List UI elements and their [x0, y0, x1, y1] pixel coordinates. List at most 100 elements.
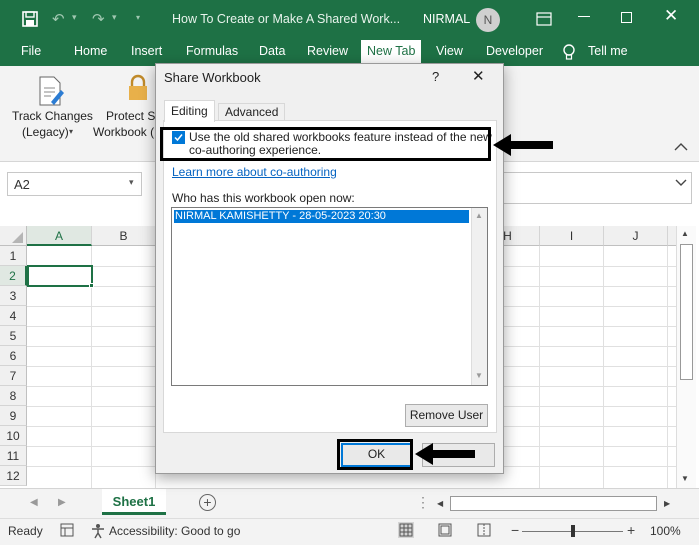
scroll-up-icon[interactable]: ▲	[475, 211, 483, 220]
accessibility-status[interactable]: Accessibility: Good to go	[109, 524, 240, 538]
tab-formulas[interactable]: Formulas	[186, 44, 238, 58]
scroll-down-icon[interactable]: ▼	[475, 371, 483, 380]
status-bar: Ready Accessibility: Good to go − + 100%	[0, 518, 699, 545]
column-header-i[interactable]: I	[540, 226, 604, 246]
tab-review[interactable]: Review	[307, 44, 348, 58]
minimize-icon[interactable]	[578, 16, 590, 17]
sheet-tabs-bar: ◀ ▶ Sheet1 + ⋮ ◀ ▶	[0, 488, 699, 518]
users-listbox[interactable]: NIRMAL KAMISHETTY - 28-05-2023 20:30 ▲ ▼	[171, 207, 488, 386]
scroll-down-icon[interactable]: ▼	[681, 474, 689, 483]
next-sheet-icon[interactable]: ▶	[58, 497, 66, 508]
zoom-level[interactable]: 100%	[650, 524, 681, 538]
horizontal-scroll-thumb[interactable]	[450, 496, 657, 511]
row-header[interactable]: 5	[0, 326, 27, 346]
maximize-icon[interactable]	[621, 12, 632, 23]
column-header-k[interactable]	[668, 226, 676, 246]
track-changes-icon[interactable]	[37, 76, 65, 106]
gridline	[667, 246, 668, 488]
undo-dropdown-icon[interactable]: ▾	[72, 12, 77, 23]
learn-more-link[interactable]: Learn more about co-authoring	[172, 165, 337, 179]
tab-splitter-icon[interactable]: ⋮	[416, 494, 430, 511]
window-title: How To Create or Make A Shared Work...	[172, 12, 401, 26]
row-header[interactable]: 1	[0, 246, 27, 266]
row-header[interactable]: 6	[0, 346, 27, 366]
close-dialog-icon[interactable]: ✕	[472, 67, 485, 85]
tab-data[interactable]: Data	[259, 44, 285, 58]
zoom-slider-thumb[interactable]	[571, 525, 575, 537]
chevron-down-icon[interactable]: ▾	[129, 177, 134, 188]
scroll-right-icon[interactable]: ▶	[664, 499, 670, 508]
track-changes-sublabel[interactable]: (Legacy)	[22, 125, 69, 139]
vertical-scrollbar[interactable]: ▲ ▼	[676, 226, 696, 488]
row-header[interactable]: 3	[0, 286, 27, 306]
gridline	[539, 246, 540, 488]
track-changes-label[interactable]: Track Changes	[12, 109, 93, 123]
active-cell-a2[interactable]	[27, 265, 93, 287]
chevron-down-icon[interactable]: ▾	[69, 127, 73, 136]
row-header[interactable]: 2	[0, 266, 27, 286]
tab-file[interactable]: File	[21, 44, 41, 58]
avatar[interactable]: N	[476, 8, 500, 32]
row-header[interactable]: 4	[0, 306, 27, 326]
name-box-value[interactable]: A2	[14, 177, 30, 192]
lightbulb-icon[interactable]	[562, 43, 576, 61]
scroll-thumb[interactable]	[680, 244, 693, 380]
arrow-icon	[415, 443, 477, 465]
normal-view-icon[interactable]	[398, 522, 414, 538]
macro-record-icon[interactable]	[60, 523, 74, 537]
row-header[interactable]: 12	[0, 466, 27, 486]
previous-sheet-icon[interactable]: ◀	[30, 497, 38, 508]
gridline	[603, 246, 604, 488]
page-break-icon[interactable]	[476, 522, 492, 538]
ribbon-display-icon[interactable]	[535, 10, 553, 28]
zoom-out-icon[interactable]: −	[511, 522, 519, 538]
tab-editing[interactable]: Editing	[164, 100, 215, 122]
select-all-corner[interactable]	[0, 226, 27, 246]
column-header-b[interactable]: B	[92, 226, 156, 246]
accessibility-icon[interactable]	[90, 523, 106, 539]
customize-qat-icon[interactable]: ▾	[136, 13, 140, 22]
undo-icon[interactable]: ↶	[52, 10, 65, 28]
save-icon[interactable]	[22, 11, 38, 27]
checkbox-highlight-box	[160, 127, 491, 161]
tab-developer[interactable]: Developer	[486, 44, 543, 58]
row-header[interactable]: 8	[0, 386, 27, 406]
row-header[interactable]: 10	[0, 426, 27, 446]
title-bar: ↶ ▾ ↷ ▾ ▾ How To Create or Make A Shared…	[0, 0, 699, 40]
arrow-icon	[493, 134, 555, 156]
redo-dropdown-icon[interactable]: ▾	[112, 12, 117, 23]
tab-home[interactable]: Home	[74, 44, 107, 58]
collapse-ribbon-icon[interactable]	[674, 142, 688, 152]
help-icon[interactable]: ?	[432, 69, 439, 84]
dialog-title: Share Workbook	[164, 70, 261, 85]
tab-view[interactable]: View	[436, 44, 463, 58]
row-header[interactable]: 9	[0, 406, 27, 426]
scroll-left-icon[interactable]: ◀	[437, 499, 443, 508]
redo-icon[interactable]: ↷	[92, 10, 105, 28]
close-window-icon[interactable]: ✕	[664, 6, 678, 26]
row-header[interactable]: 11	[0, 446, 27, 466]
tab-insert[interactable]: Insert	[131, 44, 162, 58]
remove-user-button[interactable]: Remove User	[405, 404, 488, 427]
fill-handle[interactable]	[89, 283, 94, 288]
row-header[interactable]: 7	[0, 366, 27, 386]
user-name[interactable]: NIRMAL	[423, 12, 470, 26]
name-box[interactable]: A2 ▾	[7, 172, 142, 196]
list-item[interactable]: NIRMAL KAMISHETTY - 28-05-2023 20:30	[174, 210, 469, 223]
expand-formula-icon[interactable]	[675, 179, 687, 187]
add-sheet-icon[interactable]: +	[199, 494, 216, 511]
protect-share-sublabel[interactable]: Workbook (	[93, 125, 154, 139]
ok-highlight-box	[337, 439, 413, 470]
column-header-a[interactable]: A	[27, 226, 92, 246]
protect-lock-icon[interactable]	[126, 74, 150, 104]
protect-share-label[interactable]: Protect Sh	[106, 109, 162, 123]
listbox-scrollbar[interactable]: ▲ ▼	[471, 208, 487, 385]
tab-advanced[interactable]: Advanced	[218, 103, 286, 120]
status-ready: Ready	[8, 524, 43, 538]
scroll-up-icon[interactable]: ▲	[681, 229, 689, 238]
sheet-tab-sheet1[interactable]: Sheet1	[102, 489, 166, 515]
column-header-j[interactable]: J	[604, 226, 668, 246]
tab-tell-me[interactable]: Tell me	[588, 44, 628, 58]
page-layout-icon[interactable]	[437, 522, 453, 538]
zoom-in-icon[interactable]: +	[627, 522, 635, 538]
